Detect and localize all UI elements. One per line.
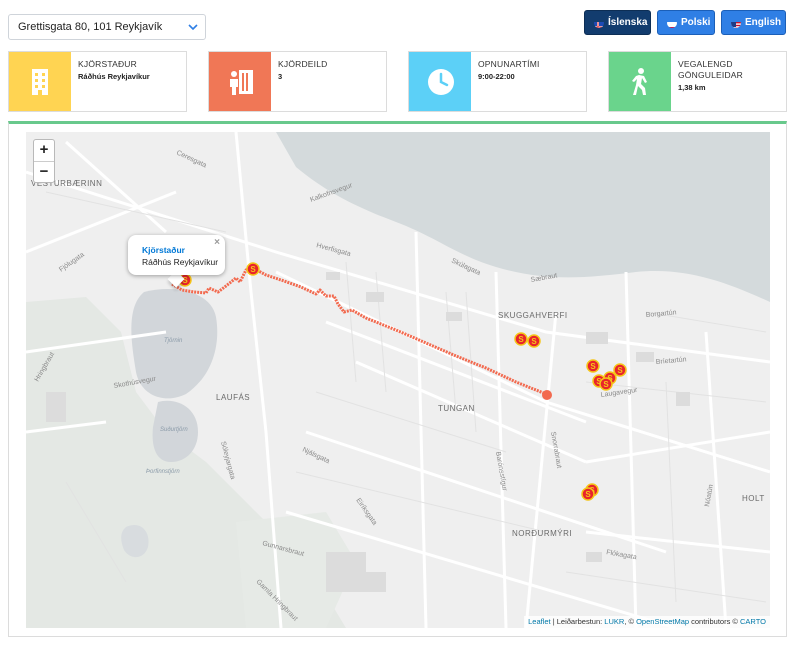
language-label: Íslenska [608,17,648,28]
attribution-text: , © [624,617,637,626]
street-label: Skúlagata [450,257,481,277]
language-button-english[interactable]: English [721,10,786,35]
svg-text:S: S [250,265,256,274]
card-label: OPNUNARTÍMI [478,59,540,69]
voting-booth-icon [230,70,253,95]
street-label: Hverfisgata [315,242,351,258]
store-marker: S [613,363,627,377]
zoom-in-button[interactable]: + [34,140,54,161]
street-label: Barónsstígur [494,451,508,492]
district-label: NORÐURMÝRI [512,529,572,538]
card-icon-box [609,52,671,111]
building-icon [32,69,48,95]
voting-ward-card: KJÖRDEILD 3 [208,51,387,112]
clock-icon [428,69,454,95]
street-label: Nóatún [704,484,715,508]
osm-link[interactable]: OpenStreetMap [636,617,689,626]
polling-station-card: KJÖRSTAÐUR Ráðhús Reykjavíkur [8,51,187,112]
water-label: Tjörnin [164,338,183,344]
leaflet-link[interactable]: Leaflet [528,617,551,626]
store-marker: S [527,334,541,348]
card-label: KJÖRSTAÐUR [78,59,137,69]
attribution-text: | Leiðarbestun: [550,617,605,626]
card-value: Ráðhús Reykjavíkur [78,72,150,81]
map-panel: VESTURBÆRINN SKUGGAHVERFI LAUFÁS TUNGAN … [8,121,787,637]
map-viewport[interactable]: VESTURBÆRINN SKUGGAHVERFI LAUFÁS TUNGAN … [26,132,770,628]
street-label: Sóleyjargata [219,441,236,481]
opening-hours-card: OPNUNARTÍMI 9:00-22:00 [408,51,587,112]
district-label: LAUFÁS [216,393,250,402]
usa-flag-icon [731,18,741,28]
store-marker: S [581,487,595,501]
street-label: Fjólugata [58,251,86,273]
language-button-icelandic[interactable]: Íslenska [584,10,651,35]
svg-text:S: S [518,335,524,344]
water-label: Suðurtjörn [160,427,188,433]
store-marker: S [514,332,528,346]
card-value: 3 [278,72,283,81]
route-destination-marker [542,390,552,400]
street-label: Borgartún [646,309,677,319]
store-marker: S [599,377,613,391]
svg-text:S: S [603,380,609,389]
card-icon-box [9,52,71,111]
district-label: HOLT [742,494,765,503]
store-marker: S [586,359,600,373]
language-label: English [745,17,782,28]
water-label: Þorfinnstjörn [146,469,180,475]
street-label: Ceresgata [175,149,207,169]
address-select[interactable]: Grettisgata 80, 101 Reykjavík [8,14,206,40]
card-value: 1,38 km [678,83,706,92]
basemap: VESTURBÆRINN SKUGGAHVERFI LAUFÁS TUNGAN … [26,132,770,628]
card-value: 9:00-22:00 [478,72,515,81]
address-select-value: Grettisgata 80, 101 Reykjavík [18,21,163,33]
svg-text:S: S [531,337,537,346]
location-popup: Kjörstaður Ráðhús Reykjavíkur × [128,235,225,275]
language-button-polish[interactable]: Polski [657,10,715,35]
card-icon-box [209,52,271,111]
map-attribution: Leaflet | Leiðarbestun: LUKR, © OpenStre… [524,616,770,628]
zoom-control: + − [33,139,55,183]
lukr-link[interactable]: LUKR [604,617,624,626]
card-label: VEGALENGD GÖNGULEIDAR [678,59,744,80]
district-label: SKUGGAHVERFI [498,311,568,320]
popup-title: Kjörstaður [142,245,185,255]
street-label: Njálsgata [301,446,331,465]
card-label: KJÖRDEILD [278,59,328,69]
popup-subtitle: Ráðhús Reykjavíkur [142,257,219,267]
card-icon-box [409,52,471,111]
walking-distance-card: VEGALENGD GÖNGULEIDAR 1,38 km [608,51,787,112]
language-label: Polski [681,17,711,28]
zoom-out-button[interactable]: − [34,161,54,182]
street-label: Bríetartún [656,356,687,366]
svg-text:S: S [585,490,591,499]
iceland-flag-icon [594,18,604,28]
chevron-down-icon [188,24,198,31]
carto-link[interactable]: CARTO [740,617,766,626]
svg-text:S: S [590,362,596,371]
store-marker: S [246,262,260,276]
poland-flag-icon [667,18,677,28]
svg-text:S: S [617,366,623,375]
popup-close-button[interactable]: × [214,237,220,248]
district-label: TUNGAN [438,404,475,413]
attribution-text: contributors © [689,617,741,626]
street-label: Eiríksgata [354,497,378,527]
walking-person-icon [632,68,647,95]
